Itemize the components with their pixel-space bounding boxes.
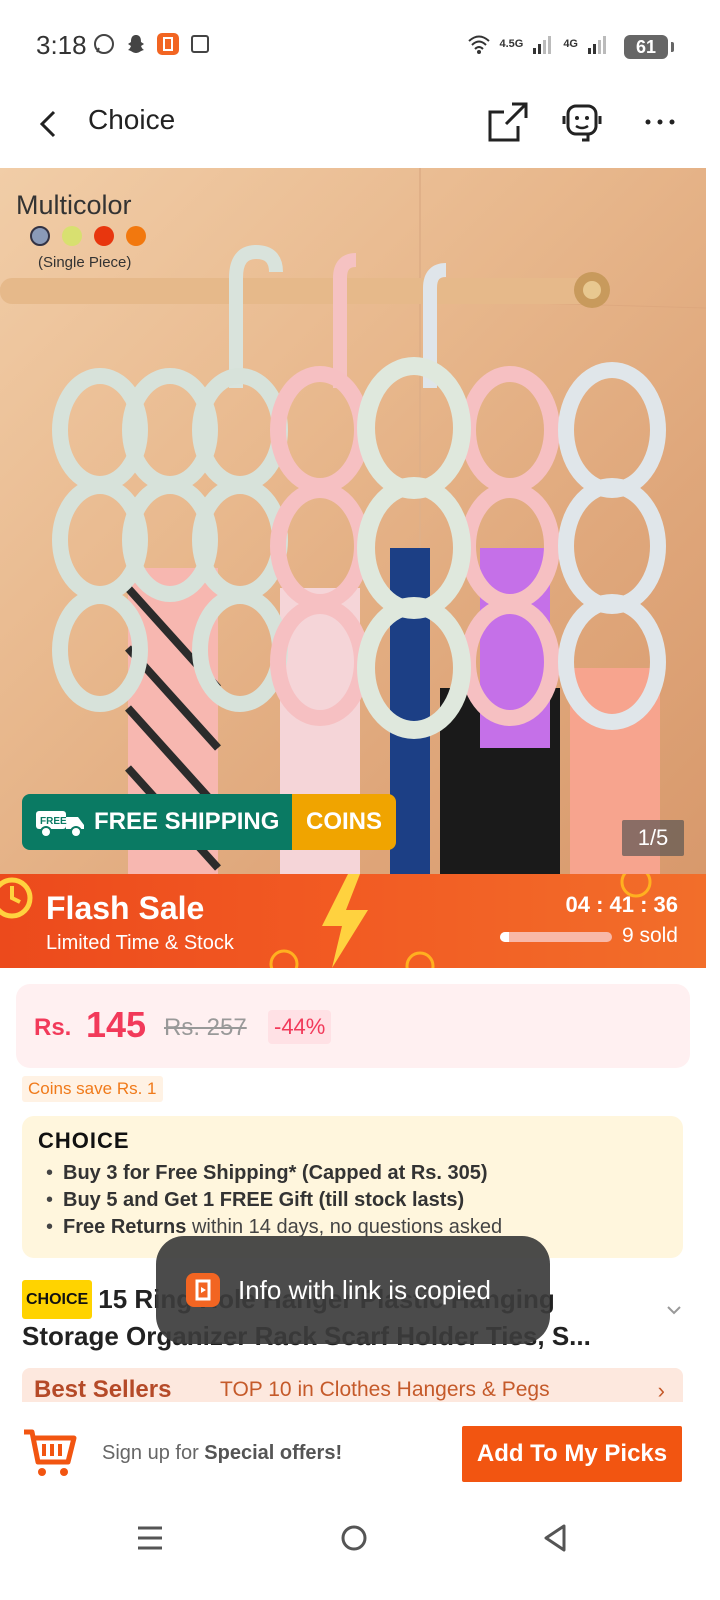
choice-benefits-list: Buy 3 for Free Shipping* (Capped at Rs. … <box>46 1160 502 1241</box>
free-shipping-section: FREE FREE SHIPPING <box>22 794 292 850</box>
color-dot <box>30 226 50 246</box>
add-to-my-picks-button[interactable]: Add To My Picks <box>462 1426 682 1482</box>
sold-progress-fill <box>500 932 509 942</box>
free-badge-text: FREE <box>40 816 67 827</box>
list-item: Buy 5 and Get 1 FREE Gift (till stock la… <box>46 1187 502 1214</box>
page-title: Choice <box>88 104 176 135</box>
whatsapp-icon <box>94 34 114 54</box>
variant-color-dots <box>30 226 146 246</box>
page-header: Choice <box>0 90 720 168</box>
back-button[interactable] <box>30 104 70 144</box>
wifi-icon <box>468 35 491 54</box>
app-notification-icon <box>157 33 179 55</box>
status-notification-icons <box>92 32 212 56</box>
choice-logo: CHOICE <box>38 1128 130 1153</box>
status-bar: 3:18 4.5G 4G 61 <box>0 0 720 90</box>
best-sellers-banner[interactable]: Best Sellers TOP 10 in Clothes Hangers &… <box>22 1368 683 1402</box>
customer-service-button[interactable] <box>558 98 606 146</box>
bottom-action-bar: Sign up for Special offers! Add To My Pi… <box>0 1404 720 1504</box>
flash-sale-subtitle: Limited Time & Stock <box>46 932 234 954</box>
toast-message: Info with link is copied <box>156 1236 550 1344</box>
alarm-clock-icon <box>0 877 33 919</box>
product-image <box>0 168 706 874</box>
discount-badge: -44% <box>268 1010 332 1044</box>
cart-icon[interactable] <box>20 1422 80 1482</box>
chevron-right-icon: › <box>657 1378 665 1402</box>
delivery-truck-icon: FREE <box>36 811 84 838</box>
variant-note: (Single Piece) <box>38 254 132 271</box>
app-icon <box>186 1273 220 1307</box>
best-sellers-text: TOP 10 in Clothes Hangers & Pegs <box>220 1378 550 1401</box>
chevron-down-icon[interactable] <box>664 1300 684 1320</box>
coins-save-badge: Coins save Rs. 1 <box>22 1076 163 1102</box>
flash-sale-timer: 04 : 41 : 36 <box>565 892 678 917</box>
best-sellers-label: Best Sellers <box>34 1376 172 1402</box>
color-dot <box>94 226 114 246</box>
image-page-counter: 1/5 <box>622 820 684 856</box>
menu-icon[interactable] <box>130 1518 170 1558</box>
variant-label: Multicolor <box>16 190 132 220</box>
alarm-clock-icon <box>269 949 299 968</box>
color-dot <box>62 226 82 246</box>
screenshot-icon <box>191 35 209 53</box>
toast-text: Info with link is copied <box>238 1274 491 1305</box>
back-triangle-icon[interactable] <box>536 1518 576 1558</box>
signup-prompt[interactable]: Sign up for Special offers! <box>102 1442 342 1465</box>
flash-sale-banner: Flash Sale Limited Time & Stock 04 : 41 … <box>0 874 706 968</box>
price-currency: Rs. <box>34 1014 72 1041</box>
flash-sale-sold-count: 9 sold <box>621 924 678 947</box>
share-button[interactable] <box>484 98 532 146</box>
status-time: 3:18 <box>36 30 87 60</box>
signal-icon-2 <box>588 36 606 54</box>
network-label-1: 4.5G <box>499 38 524 50</box>
choice-tag: CHOICE <box>22 1280 93 1319</box>
product-image-carousel[interactable]: Multicolor (Single Piece) FREE FREE SHIP… <box>0 168 706 874</box>
lightning-icon <box>322 874 368 968</box>
signal-icon-1 <box>533 36 552 54</box>
network-label-2: 4G <box>563 38 578 50</box>
alarm-clock-icon <box>405 951 435 968</box>
home-icon[interactable] <box>334 1518 374 1558</box>
flash-sale-title: Flash Sale <box>46 890 205 926</box>
list-item: Buy 3 for Free Shipping* (Capped at Rs. … <box>46 1160 502 1187</box>
original-price: Rs. 257 <box>164 1014 247 1041</box>
free-shipping-banner: FREE FREE SHIPPING COINS <box>22 794 396 850</box>
snapchat-icon <box>128 35 144 53</box>
battery-indicator: 61 <box>624 35 674 59</box>
coins-label: COINS <box>292 794 396 850</box>
free-shipping-label: FREE SHIPPING <box>94 808 280 835</box>
color-dot <box>126 226 146 246</box>
more-options-button[interactable] <box>638 98 686 146</box>
system-navigation-bar <box>0 1504 720 1600</box>
sold-progress-bar <box>500 932 612 942</box>
price-box: Rs. 145 Rs. 257 -44% <box>16 984 690 1068</box>
status-system-icons: 4.5G 4G <box>467 32 610 56</box>
current-price: 145 <box>86 1004 147 1045</box>
